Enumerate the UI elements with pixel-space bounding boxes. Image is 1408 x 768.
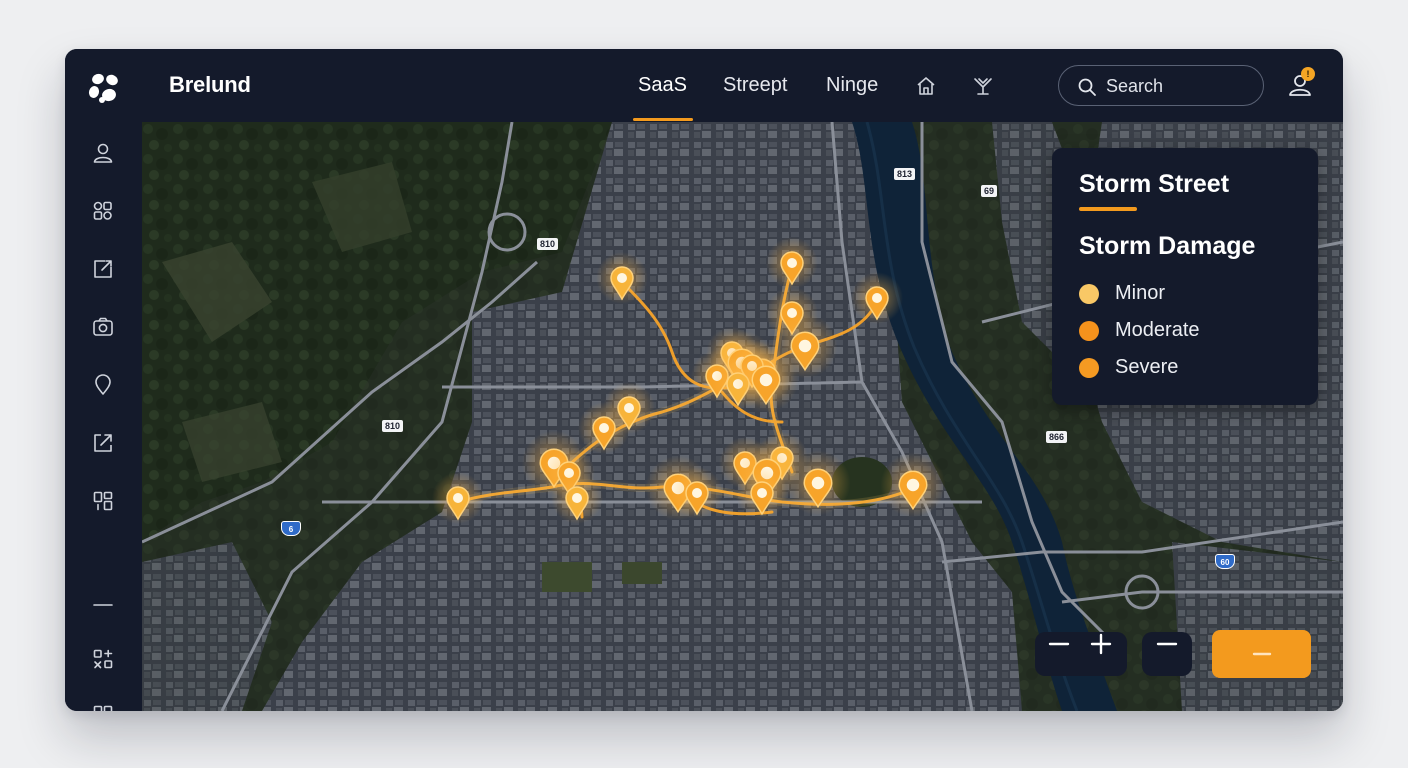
damage-pin-icon[interactable] — [851, 272, 903, 324]
pin-center — [757, 488, 767, 498]
legend-title: Storm Street — [1079, 170, 1230, 198]
route-shield: 6 — [281, 521, 301, 536]
zoom-in-icon[interactable] — [1089, 632, 1113, 656]
road-label: 810 — [537, 238, 559, 250]
legend-title-underline — [1079, 207, 1137, 211]
app-window: Brelund SaaS Streept Ninge ! — [65, 49, 1343, 711]
nav-tab-streept[interactable]: Streept — [723, 74, 787, 97]
zoom-control-group — [1035, 632, 1127, 676]
divider-icon — [93, 604, 113, 606]
pin-center — [599, 423, 609, 433]
legend-panel: Storm Street Storm Damage Minor Moderate… — [1052, 148, 1318, 405]
damage-pin-icon[interactable] — [578, 402, 630, 454]
minor-dot-icon — [1079, 284, 1099, 304]
pin-center — [617, 273, 627, 283]
legend-subtitle: Storm Damage — [1079, 232, 1256, 260]
pin-center — [453, 493, 463, 503]
top-bar: Brelund SaaS Streept Ninge ! — [65, 49, 1343, 122]
city-district-southeast — [1172, 542, 1343, 711]
road-label: 810 — [382, 420, 404, 432]
pin-center — [811, 476, 825, 490]
secondary-control-group — [1142, 632, 1192, 676]
road-label: 866 — [1046, 431, 1068, 443]
nav-tab-saas[interactable]: SaaS — [638, 74, 687, 97]
zoom-out-icon[interactable] — [1047, 632, 1071, 656]
user-icon[interactable] — [91, 141, 115, 165]
road-label: 813 — [894, 168, 916, 180]
satellite-map[interactable]: 810 813 69 810 866 6 60 Storm Street Sto… — [142, 122, 1343, 711]
pin-center — [906, 478, 920, 492]
damage-pin-icon[interactable] — [733, 347, 799, 413]
pin-center — [798, 339, 812, 353]
sidebar — [65, 122, 142, 711]
damage-pin-icon[interactable] — [736, 467, 788, 519]
road-label: 69 — [981, 185, 998, 197]
legend-label: Moderate — [1115, 319, 1200, 341]
park — [622, 562, 662, 584]
severe-dot-icon — [1079, 358, 1099, 378]
search-icon — [1078, 78, 1096, 96]
damage-pin-icon[interactable] — [671, 467, 723, 519]
nav-tab-ninge[interactable]: Ninge — [826, 74, 878, 97]
location-pin-icon[interactable] — [91, 373, 115, 397]
pin-center — [872, 293, 882, 303]
notification-badge[interactable]: ! — [1301, 67, 1315, 81]
minus-icon — [1252, 652, 1272, 656]
camera-icon[interactable] — [91, 315, 115, 339]
widgets-icon[interactable] — [91, 647, 115, 671]
minus-icon[interactable] — [1155, 632, 1179, 656]
edit-share-icon[interactable] — [91, 257, 115, 281]
damage-pin-icon[interactable] — [432, 472, 484, 524]
apps-grid-icon[interactable] — [91, 703, 115, 711]
pin-center — [787, 258, 797, 268]
primary-action-button[interactable] — [1212, 630, 1311, 678]
moderate-dot-icon — [1079, 321, 1099, 341]
pin-center — [572, 493, 582, 503]
search-box[interactable] — [1058, 65, 1264, 106]
damage-pin-icon[interactable] — [785, 450, 851, 516]
nav-active-indicator — [633, 118, 693, 121]
home-outline-icon[interactable] — [914, 74, 938, 98]
brand-name: Brelund — [169, 72, 251, 97]
brand-logo-icon[interactable] — [85, 69, 123, 107]
damage-pin-icon[interactable] — [766, 237, 818, 289]
route-branch-icon[interactable] — [971, 74, 995, 98]
park — [542, 562, 592, 592]
grid-panels-icon[interactable] — [91, 489, 115, 513]
pin-center — [692, 488, 702, 498]
route-shield: 60 — [1215, 554, 1235, 569]
pin-center — [624, 403, 634, 413]
export-icon[interactable] — [91, 431, 115, 455]
damage-pin-icon[interactable] — [880, 452, 946, 518]
layers-icon[interactable] — [91, 199, 115, 223]
legend-label: Severe — [1115, 356, 1179, 378]
damage-pin-icon[interactable] — [596, 252, 648, 304]
damage-pin-icon[interactable] — [551, 472, 603, 524]
pin-center — [759, 373, 773, 387]
search-input[interactable] — [1106, 75, 1246, 97]
legend-label: Minor — [1115, 282, 1166, 304]
